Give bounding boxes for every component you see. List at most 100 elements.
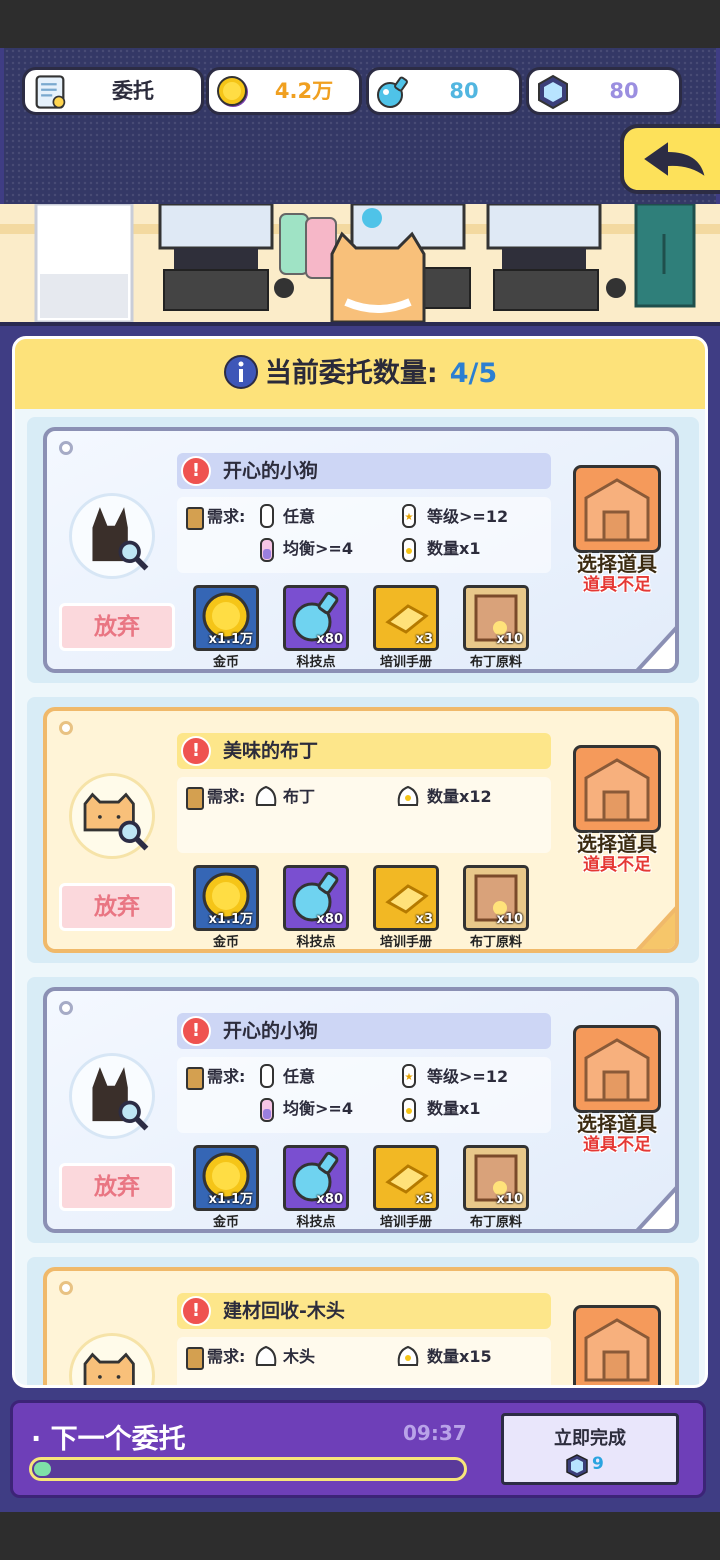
clipboard-icon bbox=[186, 1347, 204, 1370]
reward-pudding: x10 bbox=[463, 1145, 529, 1211]
requirement-item: 木头 bbox=[283, 1347, 316, 1366]
reward-amount: x3 bbox=[415, 912, 433, 927]
reward-amount: x80 bbox=[316, 1192, 343, 1207]
reward-amount: x3 bbox=[415, 1192, 433, 1207]
commission-title: 开心的小狗 bbox=[223, 460, 319, 482]
svg-text:★: ★ bbox=[405, 1072, 414, 1083]
gem-amount: 80 bbox=[609, 79, 639, 103]
progress-fill bbox=[34, 1462, 51, 1476]
dog-icon bbox=[69, 1053, 155, 1139]
reward-amount: x80 bbox=[316, 632, 343, 647]
select-item-button[interactable] bbox=[573, 1305, 661, 1385]
tech-potion-icon bbox=[377, 76, 408, 108]
reward-label: 培训手册 bbox=[379, 935, 432, 950]
commission-label: 委托 bbox=[112, 79, 154, 103]
reward-manual: x3 bbox=[373, 1145, 439, 1211]
abandon-button[interactable]: 放弃 bbox=[59, 883, 175, 931]
select-item-button[interactable] bbox=[573, 745, 661, 833]
cat-icon bbox=[69, 773, 155, 859]
pudding-bag-icon bbox=[255, 785, 277, 806]
requirement-box: 需求: 任意 ★ 等级>=12 均衡>=4 数量x1 bbox=[177, 497, 551, 573]
select-item-label[interactable]: 选择道具 bbox=[557, 1113, 675, 1135]
reward-tech: x80 bbox=[283, 585, 349, 651]
requirement-quantity: 数量x12 bbox=[427, 787, 492, 806]
gold-coin-icon bbox=[217, 76, 248, 107]
quantity-bag-icon bbox=[397, 1345, 419, 1366]
item-shortage-label: 道具不足 bbox=[583, 855, 651, 875]
tech-pill[interactable]: 80 bbox=[366, 67, 522, 115]
select-item-button[interactable] bbox=[573, 1025, 661, 1113]
back-button[interactable] bbox=[620, 124, 720, 194]
back-arrow-icon bbox=[644, 142, 705, 176]
info-icon bbox=[223, 355, 258, 389]
pin-icon bbox=[59, 1281, 73, 1295]
quantity-icon bbox=[402, 1098, 416, 1122]
requirement-item: 任意 bbox=[283, 1067, 316, 1086]
reward-amount: x80 bbox=[316, 912, 343, 927]
next-commission-progress bbox=[29, 1457, 467, 1481]
reward-gold: x1.1万 bbox=[193, 585, 259, 651]
pin-icon bbox=[59, 1001, 73, 1015]
item-shortage-label: 道具不足 bbox=[583, 575, 651, 595]
pin-icon bbox=[59, 441, 73, 455]
commission-list[interactable]: ! 开心的小狗 需求: 任意 ★ 等级>=12 均衡>=4 数量x1 放弃 x1… bbox=[27, 417, 699, 1385]
requirement-box: 需求: 布丁 数量x12 bbox=[177, 777, 551, 853]
warehouse-icon bbox=[584, 758, 650, 822]
select-item-label[interactable]: 选择道具 bbox=[557, 553, 675, 575]
item-shortage-label: 道具不足 bbox=[583, 1135, 651, 1155]
page-fold bbox=[635, 906, 675, 949]
reward-label: 科技点 bbox=[296, 1215, 336, 1230]
page-fold bbox=[635, 1186, 675, 1229]
commission-panel: 当前委托数量: 4/5 ! 开心的小狗 需求: 任意 ★ 等级>=12 均衡>=… bbox=[12, 336, 708, 1388]
requirement-balance: 均衡>=4 bbox=[283, 1099, 353, 1118]
select-item-button[interactable] bbox=[573, 465, 661, 553]
clipboard-icon bbox=[186, 1067, 204, 1090]
reward-tech: x80 bbox=[283, 865, 349, 931]
commission-card: ! 美味的布丁 需求: 布丁 数量x12 放弃 x1.1万 金币 x80 科技点… bbox=[27, 697, 699, 963]
warehouse-icon bbox=[584, 1318, 650, 1382]
commission-card: ! 开心的小狗 需求: 任意 ★ 等级>=12 均衡>=4 数量x1 放弃 x1… bbox=[27, 417, 699, 683]
commission-title: 建材回收-木头 bbox=[223, 1300, 345, 1322]
reward-label: 金币 bbox=[212, 1215, 239, 1230]
warehouse-icon bbox=[584, 478, 650, 542]
balance-icon bbox=[260, 1098, 274, 1122]
quantity-bag-icon bbox=[397, 785, 419, 806]
requirement-level: 等级>=12 bbox=[427, 507, 509, 526]
commission-title-bar: ! 开心的小狗 bbox=[177, 1013, 551, 1049]
level-icon: ★ bbox=[402, 1064, 416, 1088]
reward-amount: x3 bbox=[415, 632, 433, 647]
commission-pill[interactable]: 委托 bbox=[22, 67, 204, 115]
abandon-button[interactable]: 放弃 bbox=[59, 603, 175, 651]
reward-gold: x1.1万 bbox=[193, 865, 259, 931]
select-item-label[interactable]: 选择道具 bbox=[557, 833, 675, 855]
scroll-icon bbox=[35, 75, 66, 109]
warehouse-icon bbox=[584, 1038, 650, 1102]
commission-paper: ! 美味的布丁 需求: 布丁 数量x12 放弃 x1.1万 金币 x80 科技点… bbox=[43, 707, 679, 953]
finish-now-button[interactable]: 立即完成 9 bbox=[501, 1413, 679, 1485]
commission-paper: ! 开心的小狗 需求: 任意 ★ 等级>=12 均衡>=4 数量x1 放弃 x1… bbox=[43, 427, 679, 673]
cat-avatar-illustration bbox=[83, 1352, 135, 1385]
gold-pill[interactable]: 4.2万 bbox=[206, 67, 362, 115]
requirement-quantity: 数量x1 bbox=[427, 539, 481, 558]
gem-pill[interactable]: 80 bbox=[526, 67, 682, 115]
finish-now-cost: 9 bbox=[592, 1454, 604, 1474]
commission-count: 当前委托数量: 4/5 bbox=[15, 339, 705, 409]
any-item-icon bbox=[260, 1064, 274, 1088]
commission-card: ! 开心的小狗 需求: 任意 ★ 等级>=12 均衡>=4 数量x1 放弃 x1… bbox=[27, 977, 699, 1243]
cat-icon bbox=[69, 1333, 155, 1385]
clipboard-icon bbox=[186, 507, 204, 530]
gem-icon bbox=[538, 74, 568, 110]
commission-count-value: 4/5 bbox=[449, 358, 498, 389]
requirement-item: 任意 bbox=[283, 507, 316, 526]
next-commission-label: · 下一个委托 bbox=[31, 1424, 186, 1455]
gold-amount: 4.2万 bbox=[274, 79, 334, 103]
abandon-button[interactable]: 放弃 bbox=[59, 1163, 175, 1211]
next-commission-bar: · 下一个委托 09:37 立即完成 9 bbox=[10, 1400, 706, 1498]
commission-count-label: 当前委托数量: bbox=[264, 358, 438, 389]
reward-gold: x1.1万 bbox=[193, 1145, 259, 1211]
reward-label: 布丁原料 bbox=[469, 1215, 522, 1230]
commission-paper: ! 开心的小狗 需求: 任意 ★ 等级>=12 均衡>=4 数量x1 放弃 x1… bbox=[43, 987, 679, 1233]
warning-icon: ! bbox=[181, 736, 211, 766]
next-commission-timer: 09:37 bbox=[403, 1421, 467, 1445]
reward-label: 培训手册 bbox=[379, 1215, 432, 1230]
